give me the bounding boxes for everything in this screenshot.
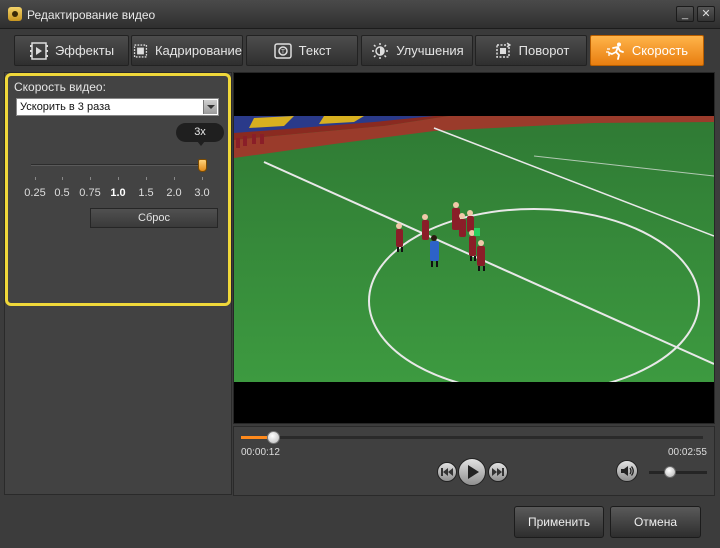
- speed-select[interactable]: Ускорить в 3 раза: [16, 98, 219, 116]
- seek-handle[interactable]: [267, 431, 280, 444]
- volume-icon: [620, 466, 634, 476]
- video-image: [234, 116, 714, 382]
- speed-slider-handle[interactable]: [198, 159, 207, 172]
- tab-label: Поворот: [518, 43, 570, 58]
- play-icon: [467, 465, 479, 479]
- tab-label: Улучшения: [396, 43, 464, 58]
- slider-tick: [146, 177, 147, 180]
- chevron-down-icon[interactable]: [203, 100, 217, 114]
- tab-rotate[interactable]: Поворот: [475, 35, 587, 66]
- slider-tick: [202, 177, 203, 180]
- tick-label: 3.0: [194, 187, 210, 199]
- speed-slider-track[interactable]: [31, 164, 206, 166]
- tab-text[interactable]: T Текст: [246, 35, 358, 66]
- slider-tick: [35, 177, 36, 180]
- tab-label: Кадрирование: [154, 43, 242, 58]
- tab-effects[interactable]: Эффекты: [14, 35, 129, 66]
- fast-forward-icon: [492, 468, 504, 476]
- rotate-icon: [495, 41, 511, 58]
- window-title: Редактирование видео: [27, 8, 156, 22]
- current-time: 00:00:12: [241, 447, 280, 458]
- tab-label: Текст: [298, 43, 332, 58]
- effects-icon: [29, 41, 48, 60]
- speed-select-value: Ускорить в 3 раза: [20, 101, 111, 113]
- text-icon: T: [273, 42, 292, 59]
- enhance-icon: [372, 42, 389, 59]
- play-button[interactable]: [458, 458, 486, 486]
- fast-forward-button[interactable]: [488, 462, 508, 482]
- tick-label: 0.5: [54, 187, 70, 199]
- apply-button[interactable]: Применить: [514, 506, 604, 538]
- tab-bar: Эффекты Кадрирование T Текст Улучшения П…: [0, 29, 720, 70]
- tick-label: 1.5: [138, 187, 154, 199]
- tick-label: 0.75: [79, 187, 101, 199]
- tab-enhance[interactable]: Улучшения: [361, 35, 473, 66]
- tab-label: Скорость: [631, 43, 689, 58]
- volume-track[interactable]: [649, 471, 707, 474]
- slider-value-tooltip: 3x: [176, 123, 224, 146]
- cancel-button[interactable]: Отмена: [610, 506, 701, 538]
- app-icon: [8, 7, 22, 21]
- rewind-button[interactable]: [437, 462, 457, 482]
- tab-crop[interactable]: Кадрирование: [131, 35, 243, 66]
- total-time: 00:02:55: [668, 447, 707, 458]
- rewind-icon: [441, 468, 453, 476]
- tick-label: 2.0: [166, 187, 182, 199]
- reset-button[interactable]: Сброс: [90, 208, 218, 228]
- seek-track[interactable]: [241, 436, 703, 439]
- crop-icon: [133, 43, 148, 58]
- video-frame: [234, 116, 714, 382]
- video-preview: [233, 72, 715, 424]
- tab-speed[interactable]: Скорость: [590, 35, 704, 66]
- runner-icon: [605, 42, 624, 60]
- slider-tick: [90, 177, 91, 180]
- tab-label: Эффекты: [54, 43, 115, 58]
- slider-tick: [62, 177, 63, 180]
- slider-tick: [174, 177, 175, 180]
- slider-tick: [118, 177, 119, 180]
- minimize-button[interactable]: _: [676, 6, 694, 22]
- volume-handle[interactable]: [664, 466, 676, 478]
- volume-button[interactable]: [616, 460, 638, 482]
- tick-label: 0.25: [24, 187, 46, 199]
- tick-label: 1.0: [110, 187, 126, 199]
- speed-label: Скорость видео:: [14, 80, 106, 94]
- svg-text:T: T: [280, 48, 285, 55]
- close-button[interactable]: ✕: [697, 6, 715, 22]
- player-controls: 00:00:12 00:02:55: [233, 426, 715, 496]
- title-bar: Редактирование видео _ ✕: [0, 0, 720, 29]
